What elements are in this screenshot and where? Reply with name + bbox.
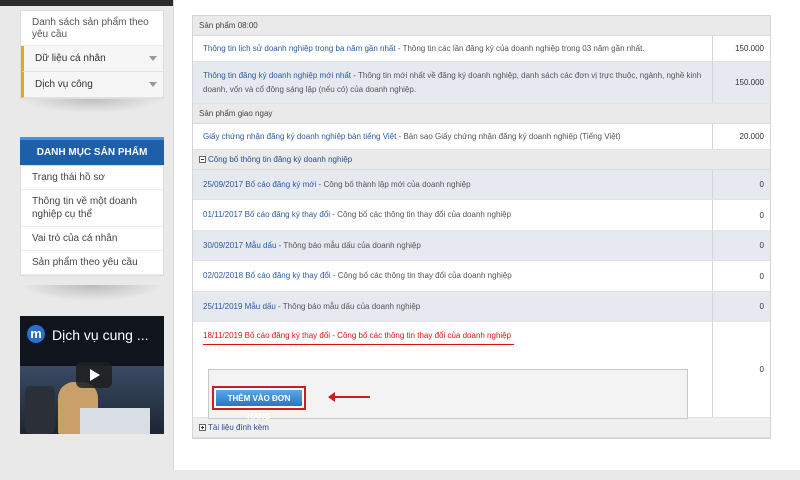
product-link[interactable]: Giấy chứng nhận đăng ký doanh nghiệp bản… [203,132,396,141]
catalog-item-on-request[interactable]: Sản phẩm theo yêu cầu [21,251,163,275]
group-header-publication[interactable]: Công bố thông tin đăng ký doanh nghiệp [193,150,770,170]
catalog-item-person-role[interactable]: Vai trò của cá nhân [21,227,163,251]
table-row: 01/11/2017 Bố cáo đăng ký thay đổi - Côn… [193,200,770,231]
price: 0 [712,200,770,230]
table-row: Thông tin lịch sử doanh nghiệp trong ba … [193,36,770,62]
group-header-attachments[interactable]: Tài liệu đính kèm [193,418,770,438]
catalog-header: DANH MỤC SẢN PHẨM [20,137,164,165]
highlight-underline [203,344,514,345]
table-row: 30/09/2017 Mẫu dấu - Thông báo mẫu dấu c… [193,231,770,261]
group-label: Công bố thông tin đăng ký doanh nghiệp [208,155,353,164]
product-link[interactable]: Thông tin đăng ký doanh nghiệp mới nhất [203,71,351,80]
video-title: Dịch vụ cung ... [52,327,149,343]
price: 0 [712,231,770,260]
group-header-0800: Sản phẩm 08:00 [193,16,770,36]
catalog-item-status[interactable]: Trạng thái hồ sơ [21,166,163,190]
catalog-item-company-info[interactable]: Thông tin về một doanh nghiệp cụ thể [21,190,163,227]
table-row: 02/02/2018 Bố cáo đăng ký thay đổi - Côn… [193,261,770,292]
table-row: Thông tin đăng ký doanh nghiệp mới nhất … [193,62,770,104]
channel-logo: m [27,325,45,343]
price: 0 [712,261,770,291]
sidebar-item-label: Dịch vụ công [35,79,93,90]
table-row: 25/09/2017 Bố cáo đăng ký mới - Công bố … [193,170,770,200]
product-link[interactable]: Thông tin lịch sử doanh nghiệp trong ba … [203,44,396,53]
sidebar: Danh sách sản phẩm theo yêu cầu Dữ liệu … [20,10,164,113]
video-thumbnail[interactable]: m Dịch vụ cung ... [20,316,164,434]
product-desc: - Bản sao Giấy chứng nhận đăng ký doanh … [396,131,621,141]
price: 20.000 [712,124,770,149]
group-header-immediate: Sản phẩm giao ngay [193,104,770,124]
table-row: Giấy chứng nhận đăng ký doanh nghiệp bản… [193,124,770,150]
annotation-arrow [328,392,370,402]
catalog-list: Trạng thái hồ sơ Thông tin về một doanh … [20,165,164,276]
product-desc: - Thông tin các lần đăng ký của doanh ng… [395,43,645,53]
publication-link[interactable]: 01/11/2017 Bố cáo đăng ký thay đổi [203,210,330,219]
main-panel: Sản phẩm 08:00 Thông tin lịch sử doanh n… [173,0,800,470]
publication-link[interactable]: 02/02/2018 Bố cáo đăng ký thay đổi [203,271,331,280]
price: 0 [712,292,770,321]
price: 150.000 [712,36,770,61]
publication-desc: - Thông báo mẫu dấu của doanh nghiệp [276,240,421,250]
play-icon[interactable] [76,362,112,388]
sidebar-shadow [20,99,164,113]
price: 0 [712,170,770,199]
sidebar-item-label: Dữ liệu cá nhân [35,53,106,64]
publication-desc: - Công bố các thông tin thay đổi của doa… [330,210,512,219]
price: 0 [712,322,770,417]
chevron-down-icon [149,56,157,61]
publication-desc: - Công bố thành lập mới của doanh nghiệp [316,179,471,189]
publication-desc: - Công bố các thông tin thay đổi của doa… [330,331,512,340]
publication-link[interactable]: 25/09/2017 Bố cáo đăng ký mới [203,180,316,189]
publication-link[interactable]: 25/11/2019 Mẫu dấu [203,302,276,311]
add-to-order-button[interactable]: THÊM VÀO ĐƠN HÀNG [212,386,306,421]
publication-link[interactable]: 30/09/2017 Mẫu dấu [203,241,276,250]
catalog-shadow [20,285,164,301]
publication-desc: - Công bố các thông tin thay đổi của doa… [330,271,512,280]
sidebar-item-public-services[interactable]: Dịch vụ công [21,72,163,98]
publication-link[interactable]: 18/11/2019 Bố cáo đăng ký thay đổi [203,331,330,340]
price: 150.000 [712,62,770,103]
sidebar-request-link[interactable]: Danh sách sản phẩm theo yêu cầu [21,11,163,46]
chevron-down-icon [149,82,157,87]
sidebar-item-personal-data[interactable]: Dữ liệu cá nhân [21,46,163,72]
table-row: 25/11/2019 Mẫu dấu - Thông báo mẫu dấu c… [193,292,770,322]
publication-desc: - Thông báo mẫu dấu của doanh nghiệp [275,301,421,311]
expand-icon[interactable] [199,424,206,431]
collapse-icon[interactable] [199,156,206,163]
